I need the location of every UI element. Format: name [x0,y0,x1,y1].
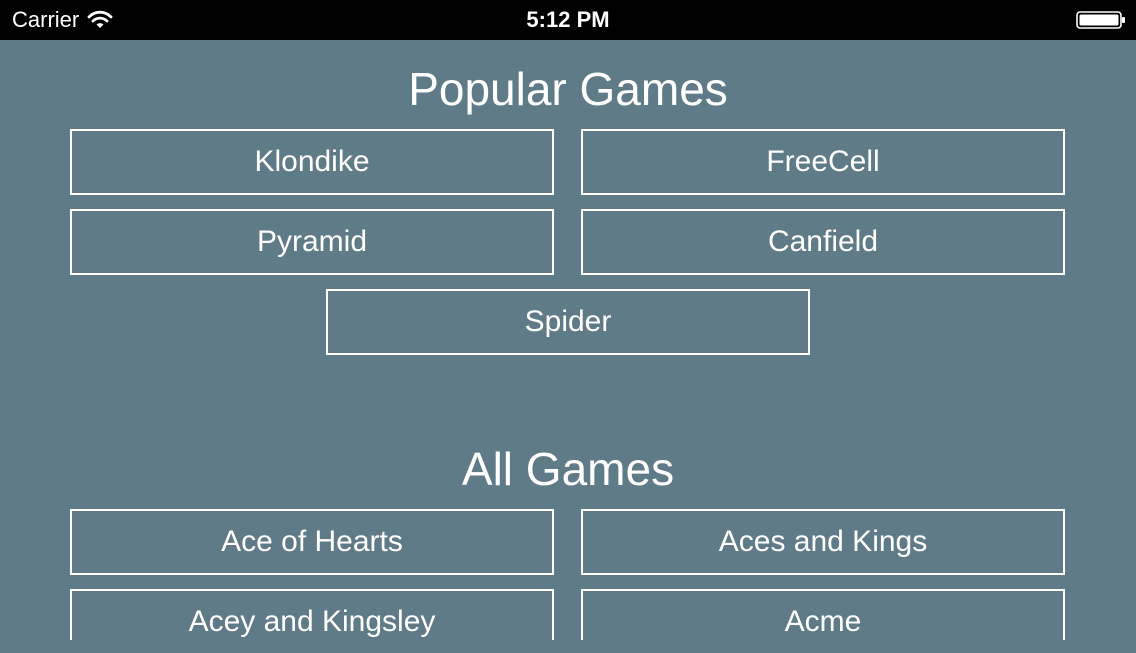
game-button-canfield[interactable]: Canfield [581,209,1065,275]
game-button-freecell[interactable]: FreeCell [581,129,1065,195]
game-button-ace-of-hearts[interactable]: Ace of Hearts [70,509,554,575]
game-button-klondike[interactable]: Klondike [70,129,554,195]
game-button-pyramid[interactable]: Pyramid [70,209,554,275]
game-button-spider[interactable]: Spider [326,289,810,355]
battery-icon [1076,11,1125,29]
status-time: 5:12 PM [526,7,610,32]
game-button-aces-and-kings[interactable]: Aces and Kings [581,509,1065,575]
all-games-title: All Games [461,443,675,495]
game-button-acme[interactable]: Acme [581,589,1065,640]
game-button-acey-and-kingsley[interactable]: Acey and Kingsley [70,589,554,640]
popular-games-title: Popular Games [408,63,728,115]
status-bar: Carrier 5:12 PM [0,0,1136,40]
